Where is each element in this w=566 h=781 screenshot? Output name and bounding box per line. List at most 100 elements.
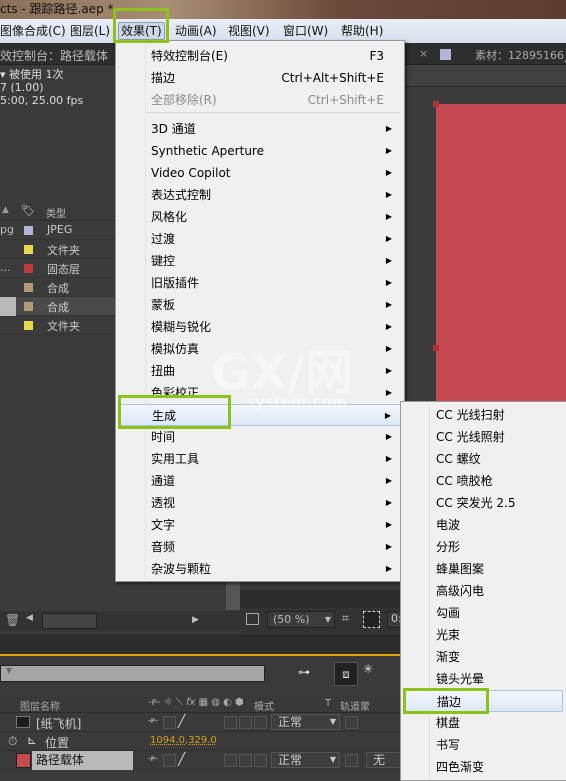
project-item[interactable]: pg JPEG xyxy=(0,221,115,240)
label-color-swatch[interactable] xyxy=(24,283,33,292)
menu-help[interactable]: 帮助(H) xyxy=(341,23,383,39)
submenu-item[interactable]: 镜头光晕 xyxy=(403,668,563,690)
menu-category[interactable]: 杂波与颗粒 ▶ xyxy=(118,558,402,580)
menu-item[interactable]: 特效控制台(E) F3 xyxy=(118,45,402,67)
submenu-item[interactable]: 蜂巢图案 xyxy=(403,558,563,580)
t-header[interactable]: T xyxy=(325,698,331,709)
scroll-left-icon[interactable]: ◀ xyxy=(26,613,40,629)
mode-header[interactable]: 模式 xyxy=(254,698,274,713)
close-tab-icon[interactable]: × xyxy=(419,47,428,60)
vertical-scrollbar[interactable] xyxy=(226,582,240,610)
horizontal-scrollbar-thumb[interactable] xyxy=(42,613,97,629)
grid-icon[interactable]: ⌗ xyxy=(342,611,349,626)
submenu-item[interactable]: 电波 xyxy=(403,514,563,536)
preserve-transparency-box[interactable] xyxy=(345,754,358,767)
project-item[interactable]: 文件夹 xyxy=(0,240,115,259)
switch-box[interactable] xyxy=(224,716,237,729)
project-item[interactable]: 文件夹 xyxy=(0,316,115,335)
timeline-search-input[interactable]: ▼ xyxy=(0,665,265,682)
handle-mid-left[interactable] xyxy=(433,345,439,351)
switch-box[interactable] xyxy=(254,716,267,729)
menu-category[interactable]: Synthetic Aperture ▶ xyxy=(118,140,402,162)
project-item[interactable]: 合成 xyxy=(0,297,115,316)
submenu-item[interactable]: 四色渐变 xyxy=(403,756,563,778)
submenu-item[interactable]: CC 喷胶枪 xyxy=(403,470,563,492)
menu-item[interactable]: 描边 Ctrl+Alt+Shift+E xyxy=(118,67,402,89)
submenu-item[interactable]: 棋盘 xyxy=(403,712,563,734)
switch-box[interactable] xyxy=(239,754,252,767)
sort-up-icon[interactable]: ▲ xyxy=(2,205,9,215)
blend-mode-select[interactable]: 正常 ▼ xyxy=(271,752,340,768)
menu-layer[interactable]: 图层(L) xyxy=(70,23,110,39)
handle-top-left[interactable] xyxy=(433,101,439,107)
label-tag-icon[interactable]: 🏷 xyxy=(21,204,35,217)
preserve-transparency-box[interactable] xyxy=(345,716,358,729)
submenu-item[interactable]: 书写 xyxy=(403,734,563,756)
menu-category[interactable]: 透视 ▶ xyxy=(118,492,402,514)
menu-category[interactable]: 实用工具 ▶ xyxy=(118,448,402,470)
submenu-item[interactable]: 分形 xyxy=(403,536,563,558)
shy-switch[interactable]: -ᴘ- xyxy=(148,716,158,725)
menu-category[interactable]: 键控 ▶ xyxy=(118,250,402,272)
menu-category[interactable]: 通道 ▶ xyxy=(118,470,402,492)
label-color-swatch[interactable] xyxy=(24,321,33,330)
layer-name-header[interactable]: 图层名称 xyxy=(20,698,60,713)
layer-name[interactable]: [纸飞机] xyxy=(36,715,81,732)
menu-category[interactable]: 音频 ▶ xyxy=(118,536,402,558)
label-color-swatch[interactable] xyxy=(24,226,33,235)
label-color-swatch[interactable] xyxy=(24,264,33,273)
menu-item[interactable]: 全部移除(R) Ctrl+Shift+E xyxy=(118,89,402,111)
submenu-item[interactable]: CC 光线扫射 xyxy=(403,404,563,426)
menu-category[interactable]: 3D 通道 ▶ xyxy=(118,118,402,140)
submenu-item[interactable]: 光束 xyxy=(403,624,563,646)
transparency-grid-icon[interactable] xyxy=(363,611,380,628)
layer-color-swatch[interactable] xyxy=(16,753,31,768)
draft-3d-icon[interactable]: ⧈ xyxy=(334,662,358,686)
menu-effect[interactable]: 效果(T) xyxy=(118,22,165,40)
menu-category[interactable]: 蒙板 ▶ xyxy=(118,294,402,316)
layer-name-selected[interactable]: 路径载体 xyxy=(32,751,133,770)
menu-category[interactable]: Video Copilot ▶ xyxy=(118,162,402,184)
submenu-item[interactable]: 高级闪电 xyxy=(403,580,563,602)
submenu-item[interactable]: CC 螺纹 xyxy=(403,448,563,470)
type-column-header[interactable]: 类型 xyxy=(46,205,66,220)
stopwatch-icon[interactable]: ⏱ xyxy=(8,734,17,749)
blend-mode-select[interactable]: 正常 ▼ xyxy=(271,714,340,730)
label-color-swatch[interactable] xyxy=(24,302,33,311)
project-item[interactable]: ... 固态层 xyxy=(0,259,115,278)
3d-layer-icon[interactable]: ✳ xyxy=(363,662,373,676)
submenu-item[interactable]: 勾画 xyxy=(403,602,563,624)
menu-category[interactable]: 时间 ▶ xyxy=(118,426,402,448)
zoom-select[interactable]: (50 %) ▼ xyxy=(267,611,335,628)
quality-switch[interactable]: ╱ xyxy=(178,752,185,766)
submenu-item[interactable]: CC 突发光 2.5 xyxy=(403,492,563,514)
submenu-item[interactable]: CC 光线照射 xyxy=(403,426,563,448)
position-value[interactable]: 1094.0,329.0 xyxy=(150,735,217,746)
switch-box[interactable] xyxy=(163,754,176,767)
switch-box[interactable] xyxy=(254,754,267,767)
submenu-item[interactable]: 渐变 xyxy=(403,646,563,668)
effect-controls-tab[interactable]: 效控制台：路径载体 xyxy=(0,43,120,65)
trash-icon[interactable]: 🗑 xyxy=(5,613,20,627)
switch-box[interactable] xyxy=(224,754,237,767)
menu-animation[interactable]: 动画(A) xyxy=(175,23,217,39)
submenu-item[interactable]: 描边 xyxy=(403,690,563,712)
menu-view[interactable]: 视图(V) xyxy=(228,23,270,39)
track-matte-header[interactable]: 轨道蒙 xyxy=(340,698,370,713)
shy-switch[interactable]: -ᴘ- xyxy=(148,754,158,763)
region-of-interest-icon[interactable] xyxy=(246,613,259,625)
menu-category[interactable]: 旧版插件 ▶ xyxy=(118,272,402,294)
scroll-right-icon[interactable]: ▶ xyxy=(192,615,199,625)
label-color-swatch[interactable] xyxy=(24,245,33,254)
project-item[interactable]: 合成 xyxy=(0,278,115,297)
menu-window[interactable]: 窗口(W) xyxy=(283,23,328,39)
footage-tab[interactable]: × 素材：12895166_ xyxy=(405,43,566,65)
switch-box[interactable] xyxy=(163,716,176,729)
menu-composition[interactable]: 图像合成(C) xyxy=(0,23,66,39)
menu-category[interactable]: 风格化 ▶ xyxy=(118,206,402,228)
switch-box[interactable] xyxy=(239,716,252,729)
comp-flowchart-icon[interactable]: ⊶ xyxy=(298,665,310,679)
menu-category[interactable]: 表达式控制 ▶ xyxy=(118,184,402,206)
menu-category[interactable]: 过渡 ▶ xyxy=(118,228,402,250)
menu-category[interactable]: 文字 ▶ xyxy=(118,514,402,536)
